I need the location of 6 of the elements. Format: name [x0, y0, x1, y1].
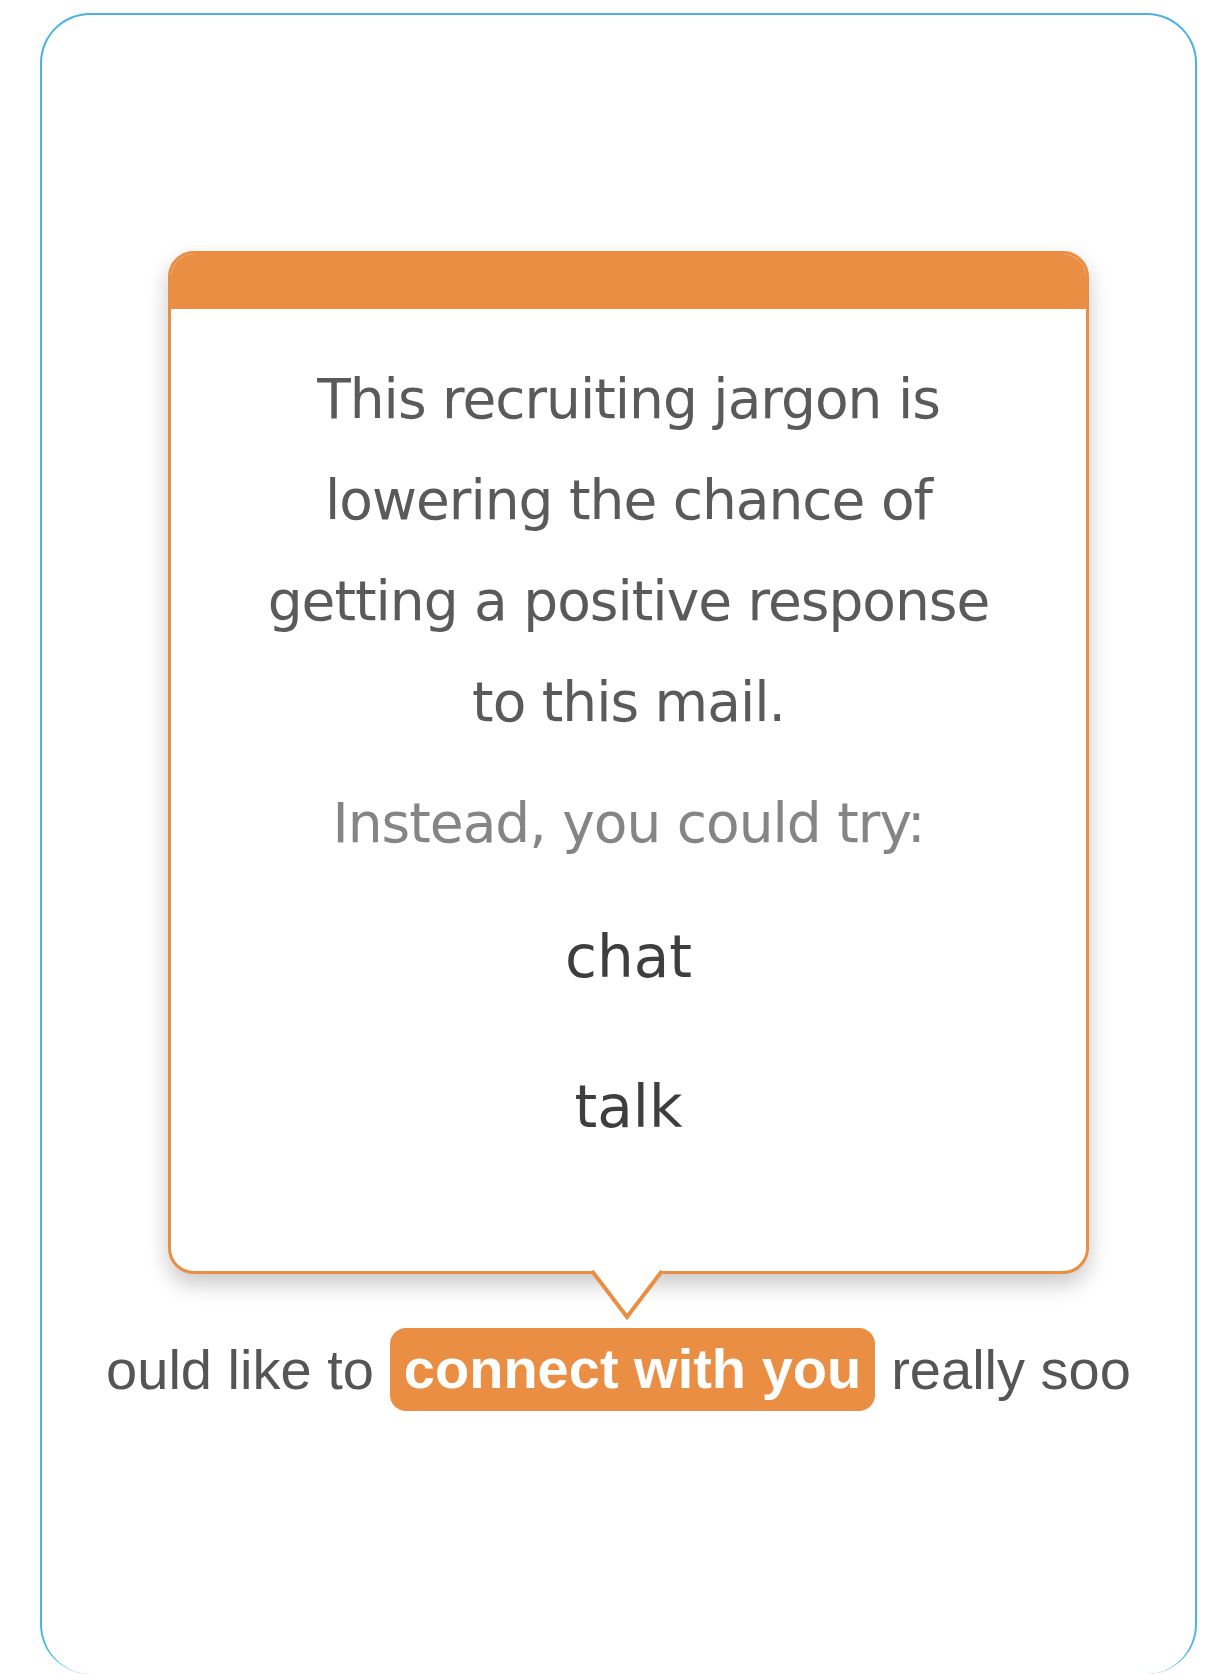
sentence-text: ould like to	[106, 1337, 374, 1402]
sentence-text: really soo	[891, 1337, 1131, 1402]
tooltip-message: This recruiting jargon is lowering the chance of getting a positive response to this mail.	[266, 366, 991, 736]
suggestion-option[interactable]: chat	[565, 909, 692, 1005]
suggestion-option[interactable]: talk	[574, 1059, 683, 1155]
tooltip-prompt: Instead, you could try:	[332, 790, 925, 857]
